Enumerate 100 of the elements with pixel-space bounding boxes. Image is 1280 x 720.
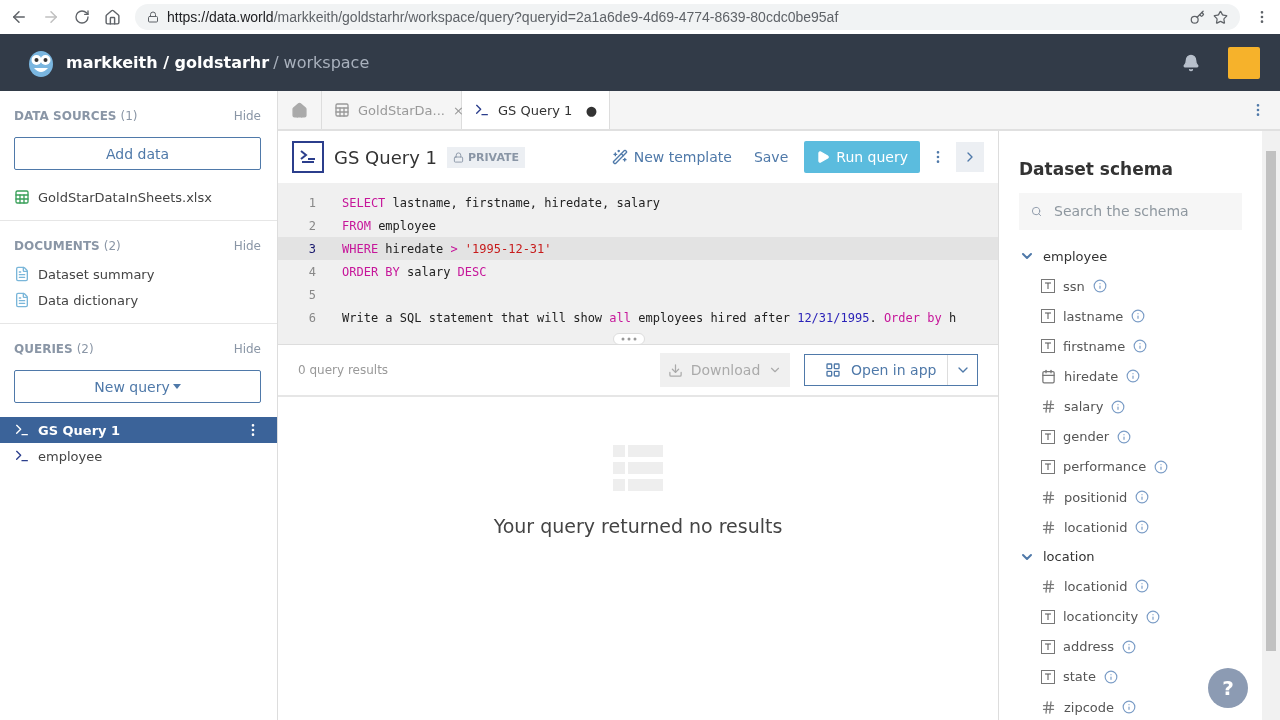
info-icon[interactable]	[1146, 609, 1161, 624]
column-name[interactable]: lastname	[1063, 308, 1124, 324]
column-name[interactable]: zipcode	[1064, 699, 1115, 715]
terminal-icon	[474, 102, 490, 118]
new-query-button[interactable]: New query	[14, 370, 261, 403]
sidebar-item[interactable]: GoldStarDataInSheets.xlsx	[0, 184, 277, 210]
schema-table[interactable]: location	[1019, 544, 1242, 570]
column-name[interactable]: positionid	[1064, 489, 1128, 505]
column-name[interactable]: locationid	[1064, 578, 1128, 594]
hash-icon	[1041, 519, 1056, 535]
info-icon[interactable]	[1131, 309, 1146, 324]
column-name[interactable]: locationid	[1064, 519, 1128, 535]
empty-message: Your query returned no results	[493, 515, 783, 537]
info-icon[interactable]	[1117, 429, 1132, 444]
column-name[interactable]: ssn	[1063, 278, 1085, 294]
text-type-icon	[1041, 639, 1055, 654]
scrollbar-thumb[interactable]	[1266, 151, 1276, 651]
schema-title: Dataset schema	[1019, 159, 1174, 179]
text-type-icon	[1041, 609, 1055, 624]
open-in-app-button[interactable]: Open in app	[804, 354, 978, 386]
section-title: DOCUMENTS (2)	[14, 239, 121, 253]
info-icon[interactable]	[1103, 669, 1118, 684]
code-line: WHERE hiredate > '1995-12-31'	[342, 241, 552, 256]
section-title: DATA SOURCES (1)	[14, 109, 138, 123]
new-template-button[interactable]: New template	[605, 148, 738, 166]
url-text: https://data.world/markkeith/goldstarhr/workspace/query?queryid=2a1a6de9-4d69-4774-8639-80cdc0be95af	[167, 9, 840, 25]
tab[interactable]: GS Query 1 ●	[462, 91, 610, 129]
text-type-icon	[1041, 429, 1055, 444]
calendar-icon	[1041, 368, 1056, 384]
column-name[interactable]: performance	[1063, 459, 1147, 475]
text-type-icon	[1041, 459, 1055, 474]
address-bar[interactable]: https://data.world/markkeith/goldstarhr/workspace/query?queryid=2a1a6de9-4d69-4774-8639-80cdc0be95af	[135, 4, 1240, 30]
result-count: 0 query results	[298, 363, 390, 377]
grid-icon	[825, 362, 841, 378]
download-icon	[667, 362, 683, 378]
text-type-icon	[1041, 669, 1055, 684]
code-line: ORDER BY salary DESC	[342, 264, 487, 279]
column-name[interactable]: firstname	[1063, 338, 1126, 354]
home-icon[interactable]	[104, 8, 121, 26]
star-icon[interactable]	[1213, 9, 1228, 25]
hash-icon	[1041, 578, 1056, 594]
schema-search-box[interactable]: Search the schema	[1019, 193, 1242, 230]
info-icon[interactable]	[1122, 700, 1137, 714]
terminal-icon	[14, 422, 30, 438]
info-icon[interactable]	[1092, 279, 1107, 293]
line-number: 5	[307, 287, 316, 302]
section-title: QUERIES (2)	[14, 342, 94, 356]
document-icon	[14, 292, 30, 308]
resize-handle[interactable]	[613, 333, 645, 344]
key-icon[interactable]	[1190, 9, 1205, 25]
column-name[interactable]: gender	[1063, 429, 1110, 445]
column-name[interactable]: locationcity	[1063, 609, 1139, 625]
lock-icon	[147, 11, 159, 23]
home-icon	[291, 101, 308, 119]
forward-icon[interactable]	[42, 8, 60, 26]
caret-icon	[172, 384, 181, 389]
tab-close[interactable]: ●	[585, 102, 597, 118]
hash-icon	[1041, 399, 1056, 415]
user-avatar[interactable]	[1228, 46, 1260, 79]
sidebar-item[interactable]: GS Query 1	[0, 417, 277, 443]
spreadsheet-icon	[14, 189, 30, 205]
column-name[interactable]: address	[1063, 639, 1115, 655]
info-icon[interactable]	[1154, 459, 1169, 474]
column-name[interactable]: state	[1063, 669, 1096, 685]
schema-search-field[interactable]: Search the schema	[1052, 202, 1230, 221]
info-icon[interactable]	[1111, 399, 1126, 414]
sidebar-item[interactable]: Data dictionary	[0, 287, 277, 313]
line-number: 2	[307, 218, 316, 233]
breadcrumb: markkeith / goldstarhr / workspace	[66, 53, 371, 72]
back-icon[interactable]	[10, 8, 28, 26]
bell-icon[interactable]	[1182, 53, 1200, 72]
code-line: Write a SQL statement that will show all employees hired after 12/31/1995. Order by h	[342, 310, 957, 325]
wand-icon	[611, 149, 628, 165]
text-type-icon	[1041, 339, 1055, 354]
line-number: 3	[307, 241, 316, 256]
query-title: GS Query 1	[334, 146, 437, 168]
code-editor[interactable]	[278, 183, 998, 345]
info-icon[interactable]	[1135, 579, 1150, 594]
sidebar-item[interactable]: employee	[0, 443, 277, 469]
info-icon[interactable]	[1133, 339, 1148, 354]
hash-icon	[1041, 699, 1056, 715]
column-name[interactable]: salary	[1064, 399, 1104, 415]
column-name[interactable]: hiredate	[1064, 368, 1119, 384]
expand-button[interactable]	[956, 142, 984, 172]
info-icon[interactable]	[1126, 369, 1141, 384]
lock-icon	[453, 151, 464, 163]
reload-icon[interactable]	[74, 9, 90, 25]
schema-table[interactable]: employee	[1019, 243, 1242, 269]
sidebar-item[interactable]: Dataset summary	[0, 261, 277, 287]
line-number: 1	[307, 195, 316, 210]
table-icon	[334, 102, 350, 118]
hash-icon	[1041, 489, 1056, 505]
info-icon[interactable]	[1135, 520, 1150, 535]
info-icon[interactable]	[1122, 639, 1137, 654]
private-badge: PRIVATE	[447, 146, 526, 168]
play-icon	[816, 150, 831, 164]
save-button[interactable]: Save	[747, 148, 795, 166]
text-type-icon	[1041, 309, 1055, 324]
info-icon[interactable]	[1135, 490, 1150, 504]
add-data-button[interactable]: Add data	[14, 137, 261, 170]
